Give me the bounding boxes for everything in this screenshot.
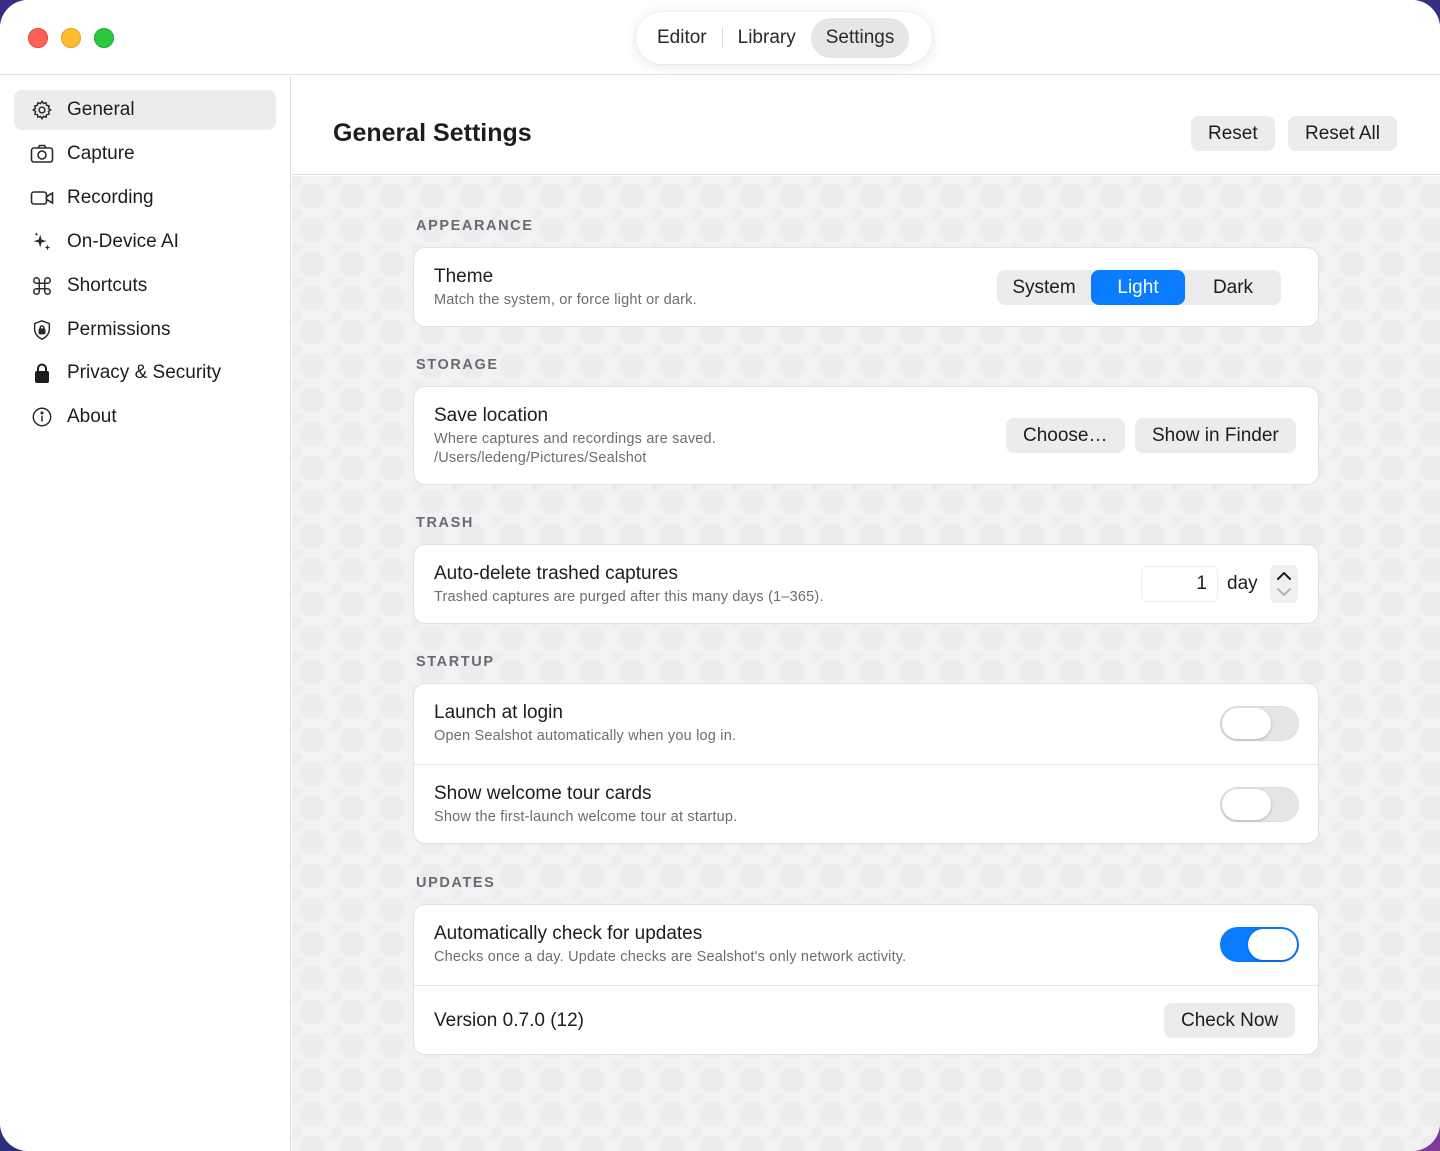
settings-sidebar: General Capture Recording On-Device AI S…: [0, 76, 291, 1151]
theme-segmented-control: System Light Dark: [997, 270, 1281, 305]
lock-shield-icon: [30, 318, 54, 342]
auto-delete-days-input[interactable]: 1: [1141, 566, 1218, 602]
save-location-description: Where captures and recordings are saved.…: [434, 431, 717, 466]
theme-row: Theme Match the system, or force light o…: [414, 248, 1318, 328]
toggle-knob: [1248, 929, 1297, 960]
settings-content: APPEARANCE Theme Match the system, or fo…: [292, 176, 1440, 1151]
main-nav-segmented-control: Editor Library Settings: [636, 12, 932, 64]
launch-at-login-description: Open Sealshot automatically when you log…: [434, 728, 737, 744]
launch-at-login-row: Launch at login Open Sealshot automatica…: [414, 684, 1318, 764]
reset-button[interactable]: Reset: [1191, 116, 1275, 151]
chevron-down-icon: [1277, 588, 1291, 596]
check-now-button[interactable]: Check Now: [1164, 1003, 1296, 1038]
minimize-window-button[interactable]: [61, 28, 81, 48]
tab-library[interactable]: Library: [723, 18, 811, 58]
settings-window: Editor Library Settings General Capture …: [0, 0, 1440, 1151]
choose-location-button[interactable]: Choose…: [1006, 418, 1125, 453]
launch-at-login-title: Launch at login: [434, 702, 563, 723]
content-header: General Settings Reset Reset All: [292, 76, 1440, 175]
tab-editor[interactable]: Editor: [642, 18, 722, 58]
theme-option-dark[interactable]: Dark: [1185, 270, 1281, 305]
lock-icon: [30, 361, 54, 385]
welcome-tour-row: Show welcome tour cards Show the first-l…: [414, 765, 1318, 845]
page-title: General Settings: [333, 119, 532, 147]
sidebar-item-privacy-security[interactable]: Privacy & Security: [14, 353, 276, 393]
welcome-tour-title: Show welcome tour cards: [434, 783, 652, 804]
info-icon: [30, 405, 54, 429]
updates-card: Automatically check for updates Checks o…: [413, 904, 1319, 1055]
video-camera-icon: [30, 186, 54, 210]
sidebar-item-label: Privacy & Security: [67, 362, 222, 383]
theme-description: Match the system, or force light or dark…: [434, 292, 697, 308]
sidebar-item-general[interactable]: General: [14, 90, 276, 130]
sidebar-item-recording[interactable]: Recording: [14, 178, 276, 218]
tab-settings[interactable]: Settings: [810, 18, 910, 58]
sidebar-item-label: Permissions: [67, 319, 171, 340]
auto-check-row: Automatically check for updates Checks o…: [414, 905, 1318, 985]
sidebar-item-permissions[interactable]: Permissions: [14, 310, 276, 350]
auto-check-description: Checks once a day. Update checks are Sea…: [434, 949, 907, 965]
auto-delete-unit: day: [1227, 573, 1258, 594]
close-window-button[interactable]: [28, 28, 48, 48]
sidebar-item-on-device-ai[interactable]: On-Device AI: [14, 222, 276, 262]
reset-all-button[interactable]: Reset All: [1288, 116, 1397, 151]
section-label-updates: UPDATES: [416, 875, 496, 891]
sidebar-item-label: On-Device AI: [67, 231, 179, 252]
appearance-card: Theme Match the system, or force light o…: [413, 247, 1319, 327]
save-location-row: Save location Where captures and recordi…: [414, 387, 1318, 486]
sidebar-item-label: About: [67, 406, 117, 427]
version-text: Version 0.7.0 (12): [434, 1010, 584, 1031]
storage-card: Save location Where captures and recordi…: [413, 386, 1319, 485]
sidebar-item-label: Capture: [67, 143, 135, 164]
save-location-title: Save location: [434, 405, 549, 426]
sidebar-item-label: Shortcuts: [67, 275, 148, 296]
welcome-tour-toggle[interactable]: [1220, 787, 1299, 822]
command-icon: [30, 274, 54, 298]
show-in-finder-button[interactable]: Show in Finder: [1135, 418, 1296, 453]
sidebar-item-shortcuts[interactable]: Shortcuts: [14, 266, 276, 306]
section-label-appearance: APPEARANCE: [416, 218, 534, 234]
theme-option-system[interactable]: System: [997, 270, 1091, 305]
camera-icon: [30, 142, 54, 166]
sparkles-icon: [30, 230, 54, 254]
sidebar-item-label: Recording: [67, 187, 154, 208]
section-label-storage: STORAGE: [416, 357, 499, 373]
auto-check-title: Automatically check for updates: [434, 923, 703, 944]
auto-delete-row: Auto-delete trashed captures Trashed cap…: [414, 545, 1318, 625]
sidebar-item-capture[interactable]: Capture: [14, 134, 276, 174]
chevron-up-icon: [1277, 572, 1291, 580]
sidebar-item-about[interactable]: About: [14, 397, 276, 437]
auto-delete-stepper[interactable]: [1270, 565, 1298, 603]
zoom-window-button[interactable]: [94, 28, 114, 48]
version-row: Version 0.7.0 (12) Check Now: [414, 986, 1318, 1056]
sidebar-item-label: General: [67, 99, 135, 120]
launch-at-login-toggle[interactable]: [1220, 706, 1299, 741]
title-bar: Editor Library Settings: [0, 0, 1440, 75]
section-label-startup: STARTUP: [416, 654, 495, 670]
gear-icon: [30, 98, 54, 122]
theme-option-light[interactable]: Light: [1091, 270, 1185, 305]
theme-title: Theme: [434, 266, 494, 287]
toggle-knob: [1222, 789, 1271, 820]
startup-card: Launch at login Open Sealshot automatica…: [413, 683, 1319, 844]
welcome-tour-description: Show the first-launch welcome tour at st…: [434, 809, 738, 825]
toggle-knob: [1222, 708, 1271, 739]
section-label-trash: TRASH: [416, 515, 474, 531]
trash-card: Auto-delete trashed captures Trashed cap…: [413, 544, 1319, 624]
auto-check-toggle[interactable]: [1220, 927, 1299, 962]
auto-delete-description: Trashed captures are purged after this m…: [434, 589, 824, 605]
auto-delete-title: Auto-delete trashed captures: [434, 563, 678, 584]
